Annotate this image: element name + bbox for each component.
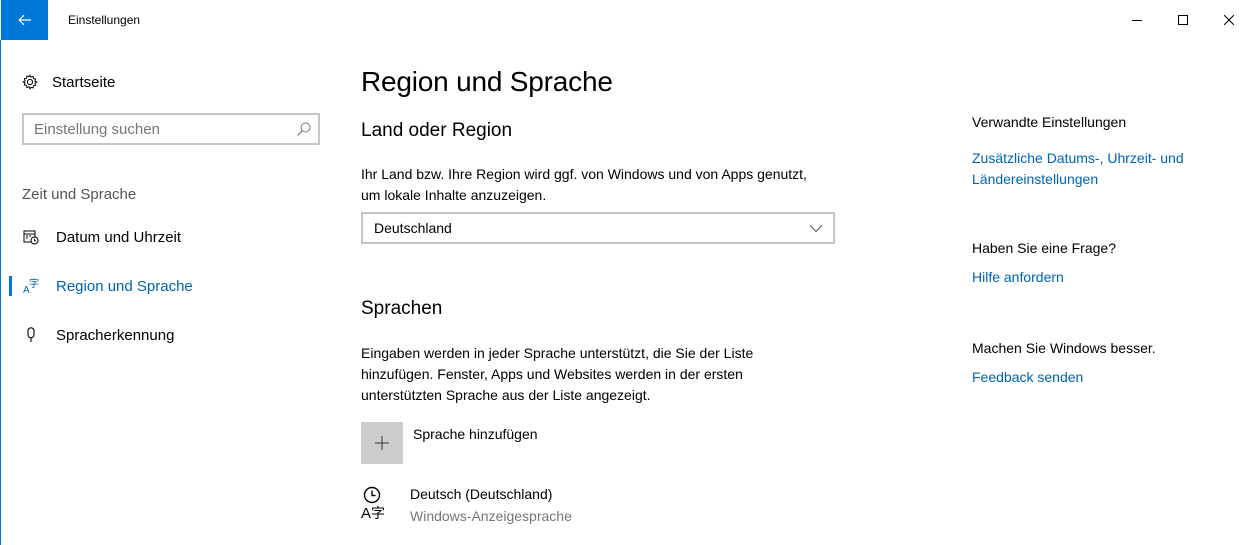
question-heading: Haben Sie eine Frage? xyxy=(972,240,1116,256)
title-bar: Einstellungen xyxy=(0,0,1243,40)
minimize-button[interactable] xyxy=(1114,0,1160,40)
sidebar-item-label: Spracherkennung xyxy=(56,326,175,344)
close-button[interactable] xyxy=(1206,0,1243,40)
nav-home-label: Startseite xyxy=(52,73,116,91)
country-region-value: Deutschland xyxy=(374,220,452,236)
sidebar-item-label: Datum und Uhrzeit xyxy=(56,228,182,246)
languages-description: Eingaben werden in jeder Sprache unterst… xyxy=(361,345,754,403)
plus-icon xyxy=(375,436,389,450)
app-title: Einstellungen xyxy=(68,13,141,27)
languages-heading: Sprachen xyxy=(361,298,443,319)
minimize-icon xyxy=(1132,20,1142,21)
nav-section-title: Zeit und Sprache xyxy=(22,186,137,203)
svg-text:字: 字 xyxy=(371,506,385,522)
gear-icon xyxy=(22,74,38,90)
close-icon xyxy=(1224,15,1234,25)
nav-home[interactable]: Startseite xyxy=(22,68,115,96)
selection-indicator xyxy=(9,276,12,296)
get-help-link[interactable]: Hilfe anfordern xyxy=(972,267,1222,288)
sidebar-item-label: Region und Sprache xyxy=(56,277,193,295)
region-heading: Land oder Region xyxy=(361,120,513,141)
feedback-heading: Machen Sie Windows besser. xyxy=(972,340,1156,356)
additional-date-time-region-link[interactable]: Zusätzliche Datums-, Uhrzeit- und Länder… xyxy=(972,148,1222,190)
sidebar-item-date-time[interactable]: Datum und Uhrzeit xyxy=(0,217,340,257)
settings-search-input[interactable] xyxy=(34,120,284,138)
language-name: Deutsch (Deutschland) xyxy=(410,486,553,502)
related-settings-heading: Verwandte Einstellungen xyxy=(972,114,1127,130)
settings-search-box[interactable] xyxy=(22,113,320,145)
maximize-button[interactable] xyxy=(1160,0,1206,40)
add-language-button[interactable]: Sprache hinzufügen xyxy=(361,422,538,464)
maximize-icon xyxy=(1178,15,1188,25)
language-subtitle: Windows-Anzeigesprache xyxy=(410,508,572,524)
back-button[interactable] xyxy=(1,0,48,40)
svg-text:A: A xyxy=(361,505,371,522)
display-language-icon: A 字 xyxy=(361,486,385,522)
chevron-down-icon xyxy=(809,225,823,233)
microphone-icon xyxy=(22,326,40,344)
page-title: Region und Sprache xyxy=(361,66,613,97)
calendar-clock-icon xyxy=(22,228,40,246)
language-icon: A 字 xyxy=(22,277,40,295)
svg-text:字: 字 xyxy=(29,277,39,290)
add-language-label: Sprache hinzufügen xyxy=(413,426,538,442)
country-region-dropdown[interactable]: Deutschland xyxy=(361,212,835,244)
arrow-left-icon xyxy=(17,14,31,26)
send-feedback-link[interactable]: Feedback senden xyxy=(972,367,1222,388)
search-icon[interactable] xyxy=(296,121,312,137)
plus-tile xyxy=(361,422,403,464)
sidebar-item-region-language[interactable]: A 字 Region und Sprache xyxy=(0,266,340,306)
sidebar-item-speech[interactable]: Spracherkennung xyxy=(0,315,340,355)
region-description: Ihr Land bzw. Ihre Region wird ggf. von … xyxy=(361,166,807,203)
